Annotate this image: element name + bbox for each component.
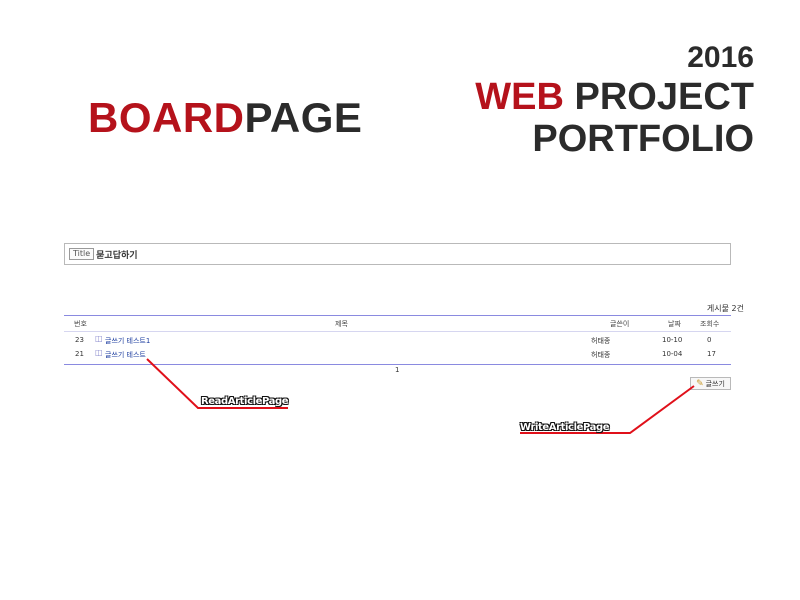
write-article-page-label: WriteArticlePage	[520, 422, 610, 433]
read-article-page-label: ReadArticlePage	[201, 396, 289, 407]
annotation-arrows	[146, 358, 695, 434]
